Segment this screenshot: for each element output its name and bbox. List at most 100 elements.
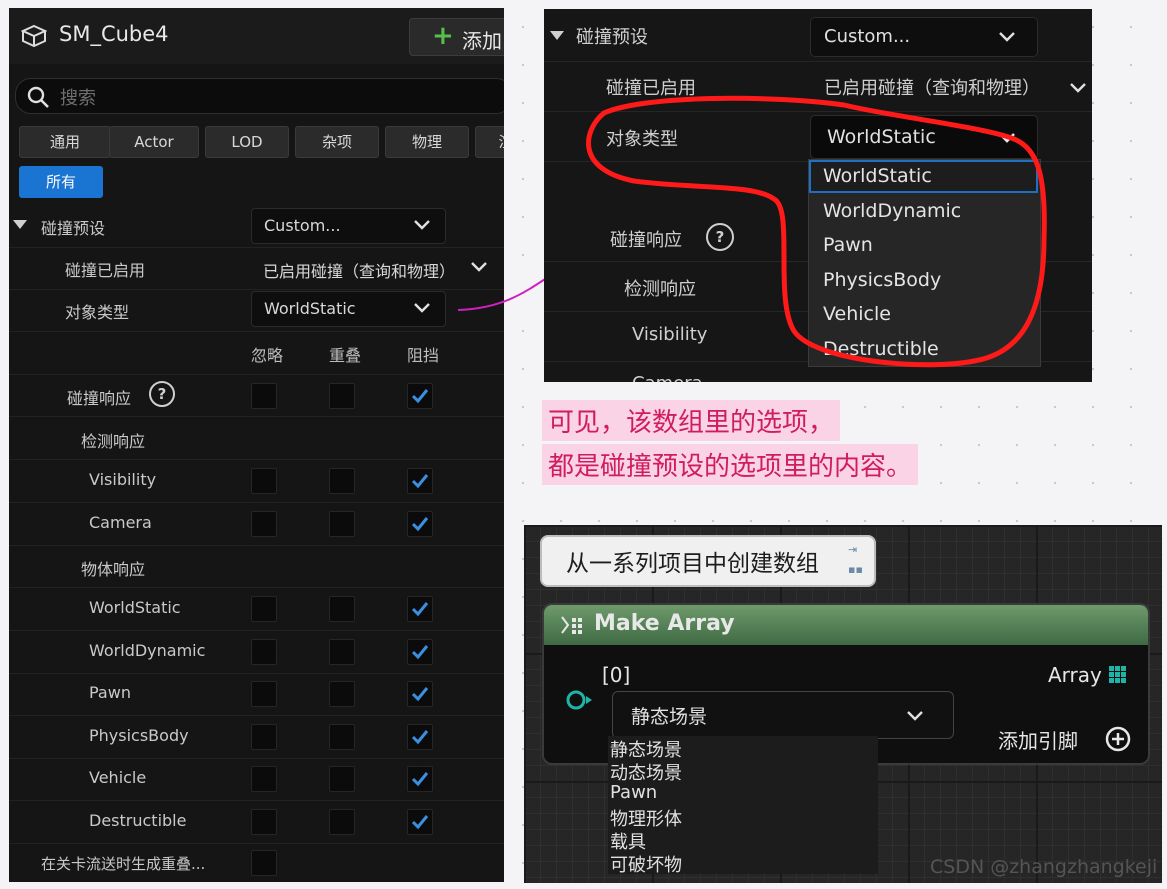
response-row: Camera: [9, 502, 504, 546]
response-row: PhysicsBody: [9, 715, 504, 759]
input-pin-label: [0]: [602, 663, 631, 687]
response-row-label: WorldDynamic: [89, 641, 206, 660]
annotation-note-line1: 可见，该数组里的选项，: [542, 400, 841, 441]
collision-presets-value: Custom...: [264, 216, 341, 235]
column-ignore: 忽略: [251, 346, 284, 365]
checkbox-overlap[interactable]: [329, 809, 355, 835]
checkbox-block[interactable]: [407, 724, 433, 750]
checkbox-ignore[interactable]: [251, 809, 277, 835]
checkbox-ignore[interactable]: [251, 468, 277, 494]
details-titlebar: SM_Cube4 + 添加: [9, 8, 504, 64]
input-pin-icon[interactable]: [564, 689, 594, 711]
asset-title: SM_Cube4: [59, 22, 169, 46]
checkbox-block[interactable]: [407, 766, 433, 792]
category-misc[interactable]: 杂项: [295, 126, 379, 158]
checkbox-ignore[interactable]: [251, 766, 277, 792]
checkbox-overlap[interactable]: [329, 639, 355, 665]
collision-enabled-value: 已启用碰撞（查询和物理）: [263, 262, 456, 281]
category-all[interactable]: 所有: [19, 166, 103, 198]
collision-responses-label: 碰撞响应: [67, 389, 132, 408]
checkbox-block[interactable]: [407, 596, 433, 622]
trace-responses-label: 检测响应: [81, 432, 146, 451]
checkbox-block[interactable]: [407, 809, 433, 835]
checkbox-overlap[interactable]: [329, 511, 355, 537]
output-pin-label: Array: [1048, 663, 1102, 687]
response-row: Destructible: [9, 800, 504, 844]
response-row-label: WorldStatic: [89, 598, 181, 617]
trace-responses-row: 检测响应: [9, 416, 504, 460]
search-placeholder: 搜索: [60, 88, 96, 109]
checkbox-overlap[interactable]: [329, 468, 355, 494]
cube-icon: [21, 24, 47, 48]
category-general[interactable]: 通用: [19, 126, 111, 158]
column-block: 阻挡: [407, 346, 440, 365]
overlap-streaming-label: 在关卡流送时生成重叠...: [41, 855, 206, 873]
checkbox-overlap-all[interactable]: [329, 383, 355, 409]
add-component-button[interactable]: + 添加: [409, 18, 504, 56]
category-physics[interactable]: 物理: [385, 126, 469, 158]
checkbox-block[interactable]: [407, 639, 433, 665]
overlap-streaming-row: 在关卡流送时生成重叠...: [9, 842, 504, 882]
add-pin-icon[interactable]: [1104, 725, 1132, 753]
response-row: WorldStatic: [9, 587, 504, 631]
node-comment-text: 从一系列项目中创建数组: [566, 551, 819, 577]
enum-options-list: 静态场景 动态场景 Pawn 物理形体 载具 可破坏物: [608, 736, 878, 877]
checkbox-ignore[interactable]: [251, 596, 277, 622]
response-row: Visibility: [9, 459, 504, 503]
collision-responses-row: 碰撞响应 ?: [9, 374, 504, 417]
checkbox-overlap[interactable]: [329, 596, 355, 622]
response-row: Pawn: [9, 672, 504, 716]
checkbox-ignore[interactable]: [251, 681, 277, 707]
collision-presets-combo[interactable]: Custom...: [251, 208, 446, 244]
overlap-streaming-checkbox[interactable]: [251, 850, 277, 876]
object-type-label: 对象类型: [65, 303, 130, 322]
array-function-icon: [561, 616, 582, 634]
response-row-label: Visibility: [89, 470, 157, 489]
checkbox-ignore[interactable]: [251, 511, 277, 537]
collapse-comment-icon[interactable]: ▪▪: [848, 563, 863, 576]
node-comment-bubble[interactable]: 从一系列项目中创建数组 ⇥ ▪▪: [540, 535, 876, 587]
search-icon: [27, 86, 49, 108]
help-icon[interactable]: ?: [149, 381, 175, 407]
collision-presets-row: 碰撞预设 Custom...: [9, 204, 504, 248]
collision-enabled-label: 碰撞已启用: [65, 261, 146, 280]
node-header: Make Array: [544, 605, 1148, 645]
red-highlight-outline: [586, 95, 1047, 368]
category-actor[interactable]: Actor: [109, 126, 199, 158]
checkbox-overlap[interactable]: [329, 681, 355, 707]
enum-option-destructible[interactable]: 可破坏物: [610, 851, 682, 877]
checkbox-overlap[interactable]: [329, 766, 355, 792]
details-panel: SM_Cube4 + 添加 搜索 通用 Actor LOD 杂项 物理 渲 所有…: [9, 8, 504, 882]
array-output-pin-icon[interactable]: [1108, 665, 1128, 685]
add-pin-label[interactable]: 添加引脚: [998, 725, 1078, 754]
object-type-combo[interactable]: WorldStatic: [251, 291, 446, 327]
search-input[interactable]: 搜索: [15, 78, 504, 114]
checkbox-block-all[interactable]: [407, 383, 433, 409]
checkbox-ignore[interactable]: [251, 639, 277, 665]
column-overlap: 重叠: [329, 346, 362, 365]
checkbox-block[interactable]: [407, 468, 433, 494]
plus-icon: +: [432, 21, 454, 51]
checkbox-ignore-all[interactable]: [251, 383, 277, 409]
collapse-arrow-icon[interactable]: [13, 220, 27, 230]
response-row: Vehicle: [9, 757, 504, 801]
category-lod[interactable]: LOD: [205, 126, 289, 158]
add-button-label: 添加: [462, 29, 502, 53]
response-row: WorldDynamic: [9, 630, 504, 674]
response-row-label: Camera: [89, 513, 152, 532]
enum-value-select[interactable]: 静态场景: [612, 691, 954, 739]
chevron-down-icon: [414, 303, 430, 313]
checkbox-block[interactable]: [407, 681, 433, 707]
object-type-value: WorldStatic: [264, 299, 356, 318]
checkbox-ignore[interactable]: [251, 724, 277, 750]
category-rendering[interactable]: 渲: [475, 126, 504, 158]
object-type-row: 对象类型 WorldStatic: [9, 289, 504, 332]
collision-enabled-row: 碰撞已启用 已启用碰撞（查询和物理）: [9, 247, 504, 290]
chevron-down-icon: [907, 711, 923, 721]
checkbox-overlap[interactable]: [329, 724, 355, 750]
response-row-label: Destructible: [89, 811, 187, 830]
checkbox-block[interactable]: [407, 511, 433, 537]
pin-icon[interactable]: ⇥: [848, 543, 857, 556]
object-responses-label: 物体响应: [81, 560, 146, 579]
enum-option-pawn[interactable]: Pawn: [610, 782, 657, 803]
